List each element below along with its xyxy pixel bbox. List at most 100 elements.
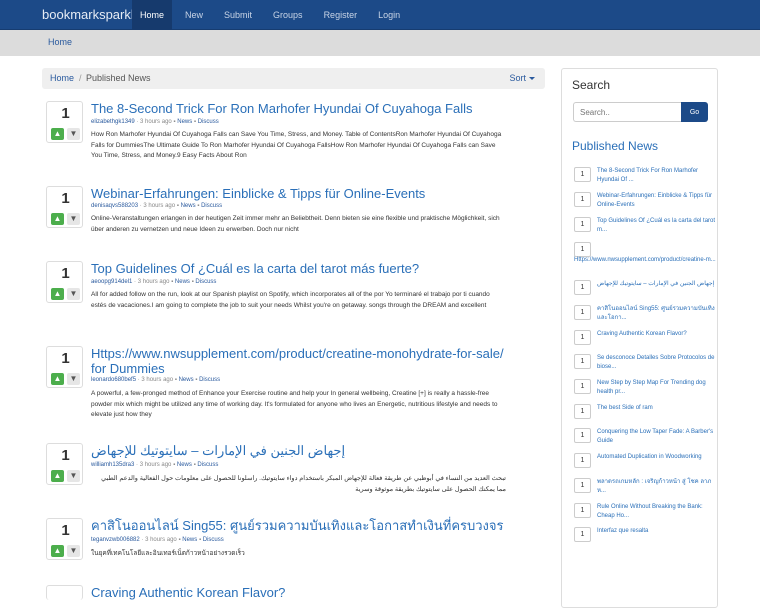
post-category[interactable]: News [175,279,190,285]
search-button[interactable]: Go [681,102,708,122]
nav-new[interactable]: New [177,0,211,30]
subnav-home[interactable]: Home [48,37,72,47]
comment-icon: ▪ [197,203,200,209]
post-author[interactable]: leonardo680bef5 [91,377,136,383]
nav-register[interactable]: Register [316,0,366,30]
post-meta: denisaqvs588203 · 3 hours ago ▪ News ▪ D… [91,203,223,209]
vote-count: 1 [61,105,70,122]
folder-icon: ▪ [176,203,179,209]
vote-count: 1 [61,522,70,539]
folder-icon: ▪ [173,462,176,468]
folder-icon: ▪ [173,119,176,125]
thumbs-down-icon[interactable]: ▼ [67,213,80,225]
sort-dropdown[interactable]: Sort [509,73,535,83]
post-discuss[interactable]: Discuss [203,537,224,543]
comment-icon: ▪ [191,279,194,285]
post-title[interactable]: Top Guidelines Of ¿Cuál es la carta del … [91,261,521,276]
thumbs-down-icon[interactable]: ▼ [67,128,80,140]
sub-navbar: Home [0,30,760,56]
post-discuss[interactable]: Discuss [195,279,216,285]
published-news-heading: Published News [572,139,659,153]
thumbs-down-icon[interactable]: ▼ [67,288,80,300]
nav-submit[interactable]: Submit [216,0,260,30]
thumbs-up-icon[interactable]: ▲ [51,128,64,140]
nav-home[interactable]: Home [132,0,173,30]
sidebar-news-link[interactable]: Rule Online Without Breaking the Bank: C… [597,503,719,521]
thumbs-down-icon[interactable]: ▼ [67,470,80,482]
thumbs-up-icon[interactable]: ▲ [51,288,64,300]
sidebar-news-link[interactable]: Top Guidelines Of ¿Cuál es la carta del … [597,217,719,235]
search-heading: Search [572,78,611,92]
sidebar-news-link[interactable]: Automated Duplication in Woodworking [597,453,719,462]
site-brand[interactable]: bookmarksparkle [42,7,141,22]
vote-count: 1 [61,350,70,367]
post-author[interactable]: denisaqvs588203 [91,203,138,209]
post-title[interactable]: Https://www.nwsupplement.com/product/cre… [91,346,521,376]
sidebar-news-link[interactable]: Se desconoce Detalles Sobre Protocolos d… [597,354,719,372]
sort-label: Sort [509,73,526,83]
top-navbar: bookmarksparkle Home New Submit Groups R… [0,0,760,30]
post-title[interactable]: คาสิโนออนไลน์ Sing55: ศูนย์รวมความบันเทิ… [91,518,521,533]
post-category[interactable]: News [177,462,192,468]
post-time: 3 hours ago [139,462,172,468]
thumbs-up-icon[interactable]: ▲ [51,373,64,385]
post-discuss[interactable]: Discuss [199,377,220,383]
sidebar-news-link[interactable]: The 8-Second Trick For Ron Marhofer Hyun… [597,167,719,185]
post-category[interactable]: News [179,377,194,383]
sidebar-news-count: 1 [574,478,591,493]
sidebar-news-count: 1 [574,280,591,295]
post-author[interactable]: williamh135dra3 [91,462,134,468]
sidebar-news-link[interactable]: พลาดรถเกมหลัก : เจริญก้าวหน้า สู่ โชค ลา… [597,478,719,496]
post-category[interactable]: News [182,537,197,543]
sidebar-news-count: 1 [574,404,591,419]
thumbs-down-icon[interactable]: ▼ [67,545,80,557]
sidebar-news-link[interactable]: Craving Authentic Korean Flavor? [597,330,719,339]
post-title[interactable]: The 8-Second Trick For Ron Marhofer Hyun… [91,101,521,116]
vote-box: 1 ▲ ▼ [46,186,83,228]
search-input[interactable] [573,102,681,122]
sidebar-news-count: 1 [574,217,591,232]
post-category[interactable]: News [181,203,196,209]
sidebar-news-link[interactable]: คาสิโนออนไลน์ Sing55: ศูนย์รวมความบันเทิ… [597,305,719,323]
thumbs-up-icon[interactable]: ▲ [51,470,64,482]
sidebar-news-count: 1 [574,503,591,518]
sidebar-news-link[interactable]: إجهاض الجنين في الإمارات – سايتوتيك للإج… [597,280,719,289]
vote-box: 1 ▲ ▼ [46,346,83,388]
post-author[interactable]: teganvzwb006882 [91,537,140,543]
post-title[interactable]: Craving Authentic Korean Flavor? [91,585,521,600]
post-excerpt: تبحث العديد من النساء في أبوظبي عن طريقة… [101,475,506,493]
nav-groups[interactable]: Groups [265,0,311,30]
sidebar-news-count: 1 [574,527,591,542]
post-author[interactable]: elizabethgk1349 [91,119,135,125]
sidebar-news-count: 1 [574,379,591,394]
post-meta: williamh135dra3 · 3 hours ago ▪ News ▪ D… [91,462,219,468]
sidebar-news-link[interactable]: The best Side of ram [597,404,719,413]
post-title[interactable]: إجهاض الجنين في الإمارات – سايتوتيك للإج… [91,443,521,458]
vote-box [46,585,83,600]
vote-count: 1 [61,447,70,464]
post-excerpt: All for added follow on the run, look at… [91,291,490,309]
post-time: 3 hours ago [141,377,174,383]
post-author[interactable]: aeoopg914del1 [91,279,132,285]
sidebar-news-link[interactable]: Interfaz que resalta [597,527,719,536]
comment-icon: ▪ [198,537,202,543]
thumbs-down-icon[interactable]: ▼ [67,373,80,385]
post-excerpt: ในยุคที่เทคโนโลยีและอินเทอร์เน็ตก้าวหน้า… [91,550,245,557]
main-nav: Home New Submit Groups Register Login [132,0,413,30]
breadcrumb-home[interactable]: Home [50,73,74,83]
thumbs-up-icon[interactable]: ▲ [51,545,64,557]
post-discuss[interactable]: Discuss [201,203,222,209]
post-discuss[interactable]: Discuss [198,119,219,125]
post-title[interactable]: Webinar-Erfahrungen: Einblicke & Tipps f… [91,186,521,201]
post-time: 3 hours ago [143,203,176,209]
nav-login[interactable]: Login [370,0,408,30]
sidebar-news-link[interactable]: Webinar-Erfahrungen: Einblicke & Tipps f… [597,192,719,210]
sidebar-news-link[interactable]: Conquering the Low Taper Fade: A Barber'… [597,428,719,446]
sidebar-news-link[interactable]: Https://www.nwsupplement.com/product/cre… [574,256,720,265]
sidebar-news-link[interactable]: New Step by Step Map For Trending dog he… [597,379,719,397]
post-discuss[interactable]: Discuss [197,462,218,468]
vote-box: 1 ▲ ▼ [46,443,83,485]
post-category[interactable]: News [177,119,192,125]
sidebar-news-count: 1 [574,428,591,443]
thumbs-up-icon[interactable]: ▲ [51,213,64,225]
